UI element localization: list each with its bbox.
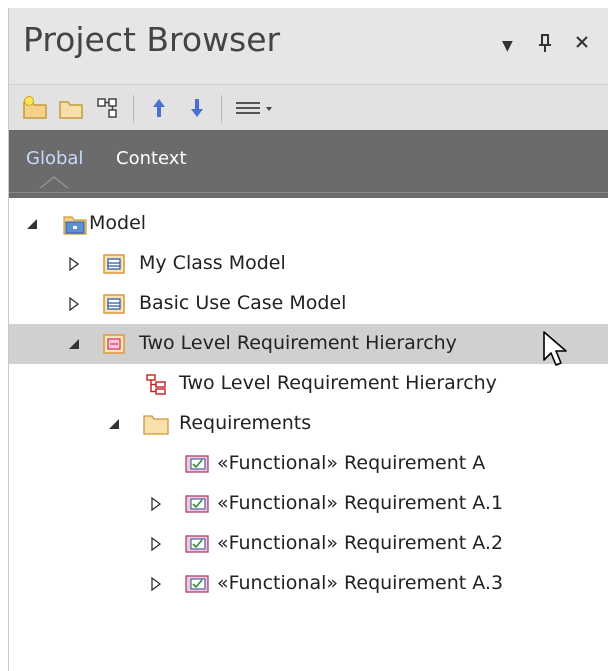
menu-icon[interactable] xyxy=(231,92,279,124)
tab-bar: Global Context xyxy=(9,130,608,190)
project-browser-panel: Project Browser ▼ Global Context Model M… xyxy=(8,8,608,671)
tree-item-two-level-requirement-hierarchy[interactable]: Two Level Requirement Hierarchy xyxy=(9,324,608,364)
requirement-icon xyxy=(185,493,209,515)
tree-item-basic-use-case-model[interactable]: Basic Use Case Model xyxy=(9,284,608,324)
move-up-icon[interactable] xyxy=(143,92,175,124)
title-bar: Project Browser ▼ xyxy=(9,8,608,84)
tab-context[interactable]: Context xyxy=(116,148,187,169)
tab-global[interactable]: Global xyxy=(26,148,83,169)
tree-item-requirement-a3[interactable]: «Functional» Requirement A.3 xyxy=(9,564,608,604)
toolbar-separator xyxy=(133,95,134,123)
tree-item-requirement-a[interactable]: «Functional» Requirement A xyxy=(9,444,608,484)
tree-item-label: Two Level Requirement Hierarchy xyxy=(139,332,457,354)
collapsed-triangle-icon[interactable] xyxy=(149,494,163,514)
expanded-triangle-icon[interactable] xyxy=(107,414,121,434)
requirement-icon xyxy=(185,453,209,475)
collapsed-triangle-icon[interactable] xyxy=(149,574,163,594)
tree-item-label: «Functional» Requirement A.1 xyxy=(217,492,504,514)
tree-item-model[interactable]: Model xyxy=(9,204,608,244)
package-icon xyxy=(103,253,125,275)
package-icon xyxy=(103,293,125,315)
tree-item-label: Requirements xyxy=(179,412,312,434)
expanded-triangle-icon[interactable] xyxy=(25,214,39,234)
tree-item-requirements[interactable]: Requirements xyxy=(9,404,608,444)
tree-item-label: Basic Use Case Model xyxy=(139,292,347,314)
tree-item-label: Model xyxy=(89,212,147,234)
toolbar xyxy=(9,84,608,131)
tree-item-my-class-model[interactable]: My Class Model xyxy=(9,244,608,284)
tree-item-requirement-a1[interactable]: «Functional» Requirement A.1 xyxy=(9,484,608,524)
requirement-package-icon xyxy=(103,333,125,355)
tree-item-label: My Class Model xyxy=(139,252,286,274)
tree-item-label: «Functional» Requirement A.2 xyxy=(217,532,504,554)
mouse-cursor-icon xyxy=(540,330,570,370)
new-diagram-icon[interactable] xyxy=(91,92,123,124)
new-package-icon[interactable] xyxy=(55,92,87,124)
triangle-down-icon[interactable]: ▼ xyxy=(502,36,513,56)
collapsed-triangle-icon[interactable] xyxy=(67,254,81,274)
tree-item-label: «Functional» Requirement A xyxy=(217,452,486,474)
active-tab-indicator xyxy=(38,174,70,190)
diagram-icon xyxy=(145,373,167,395)
expanded-triangle-icon[interactable] xyxy=(67,334,81,354)
new-model-icon[interactable] xyxy=(19,92,51,124)
move-down-icon[interactable] xyxy=(181,92,213,124)
toolbar-separator xyxy=(221,95,222,123)
model-root-icon xyxy=(63,213,87,235)
requirement-icon xyxy=(185,573,209,595)
tab-bar-bottom xyxy=(9,188,608,198)
close-icon[interactable] xyxy=(574,34,590,50)
folder-icon xyxy=(143,413,169,435)
pin-icon[interactable] xyxy=(537,32,553,54)
tree-item-label: Two Level Requirement Hierarchy xyxy=(179,372,497,394)
collapsed-triangle-icon[interactable] xyxy=(67,294,81,314)
collapsed-triangle-icon[interactable] xyxy=(149,534,163,554)
panel-title: Project Browser xyxy=(23,20,281,59)
tree-item-label: «Functional» Requirement A.3 xyxy=(217,572,504,594)
requirement-icon xyxy=(185,533,209,555)
tree-item-diagram[interactable]: Two Level Requirement Hierarchy xyxy=(9,364,608,404)
tree-item-requirement-a2[interactable]: «Functional» Requirement A.2 xyxy=(9,524,608,564)
